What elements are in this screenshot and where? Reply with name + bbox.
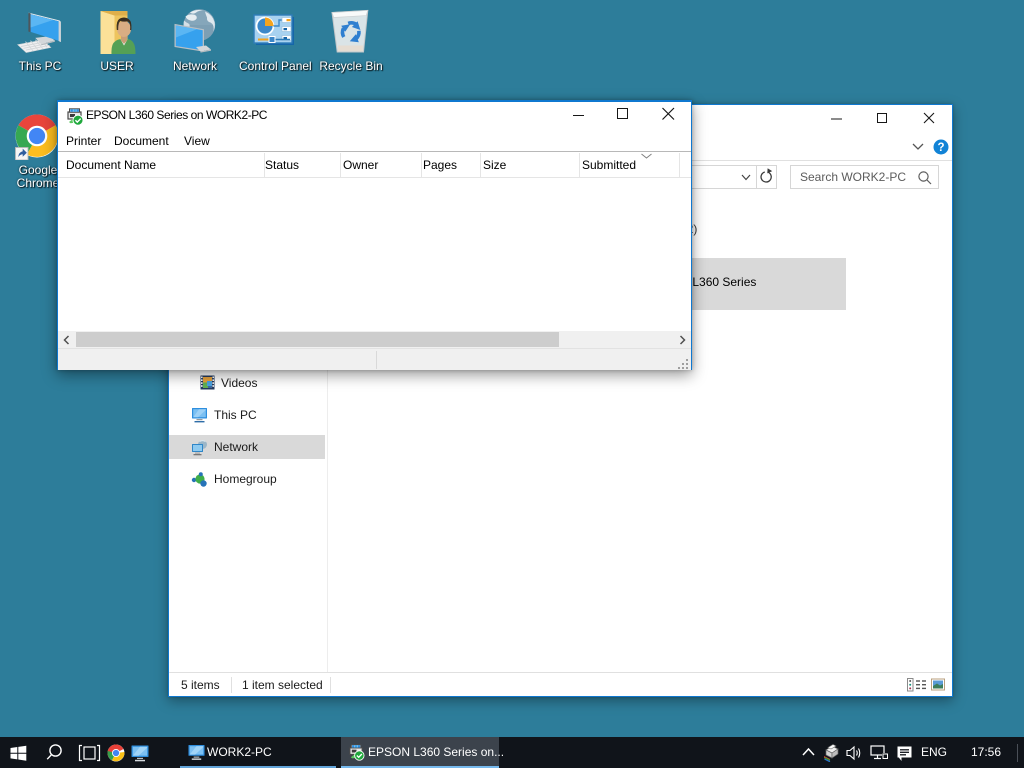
svg-text:?: ? [937,142,944,154]
